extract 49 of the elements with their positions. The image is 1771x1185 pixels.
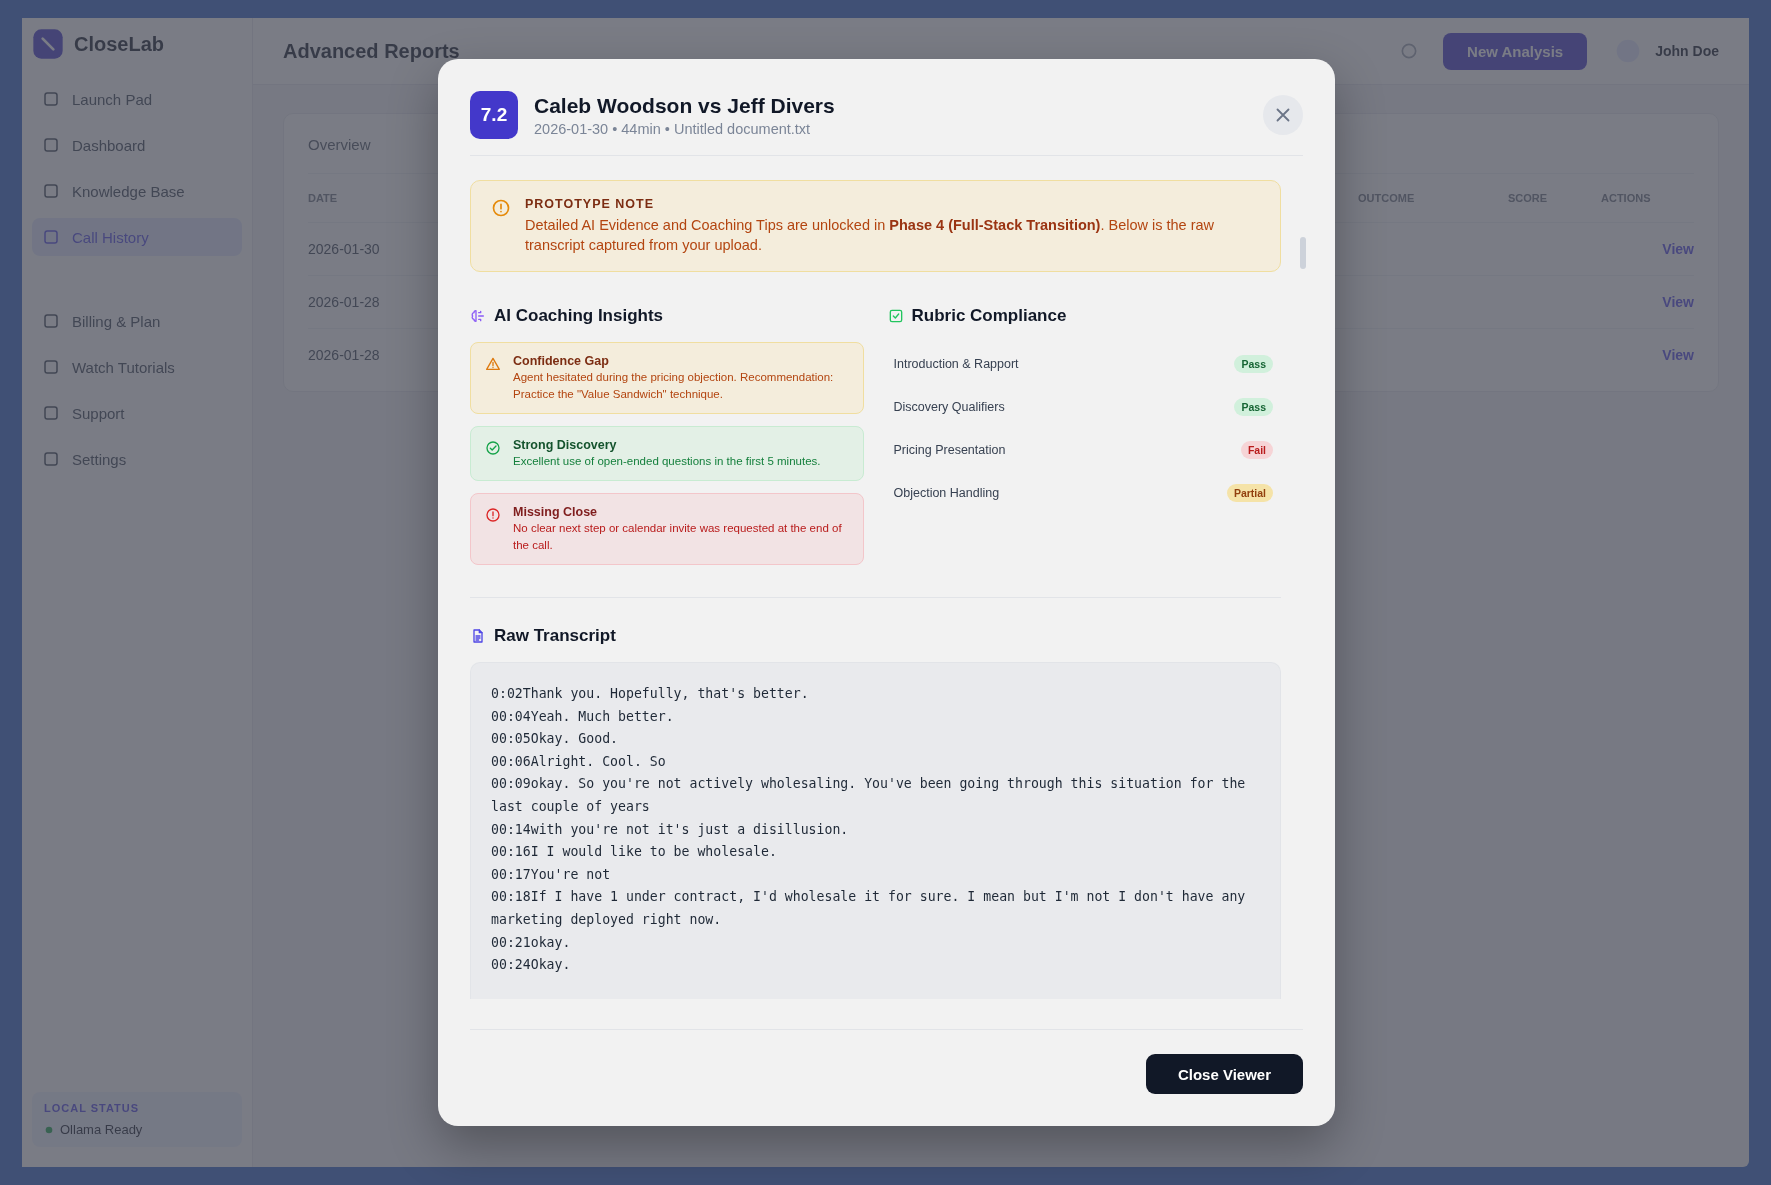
insight-text: Agent hesitated during the pricing objection. Recommendation: Practice the "Value Sandwich" technique. <box>513 370 835 402</box>
section-heading: AI Coaching Insights <box>494 306 664 326</box>
insight-text: Excellent use of open-ended questions in the first 5 minutes. <box>513 454 821 469</box>
score-badge: 7.2 <box>470 91 518 139</box>
transcript-line: 00:14with you're not it's just a disillusion. <box>491 820 850 839</box>
transcript-line: 00:21okay. <box>491 933 572 952</box>
insight-title: Strong Discovery <box>513 438 618 452</box>
result-badge: Pass <box>1234 354 1273 373</box>
dialog-title: Caleb Woodson vs Jeff Divers <box>534 93 836 118</box>
note-heading: PROTOTYPE NOTE <box>525 197 656 211</box>
rubric-label: Pricing Presentation <box>893 442 1006 457</box>
page-title: Advanced Reports <box>283 39 460 63</box>
transcript-line: 00:18If I have 1 under contract, I'd wholesale it for sure. I mean but I'm not I don't have any marketing deployed right now. <box>491 888 1247 929</box>
dialog-subtitle: 2026-01-30 • 44min • Untitled document.txt <box>534 120 812 137</box>
check-circle-icon <box>485 440 501 456</box>
table-cell: 2026-01-28 <box>308 347 380 363</box>
transcript-line: 00:24Okay. <box>491 956 572 975</box>
note-text: Detailed AI Evidence and Coaching Tips are unlocked in Phase 4 (Full-Stack Transition). Below is the raw transcript captured from your upload. <box>525 216 1216 255</box>
rubric-label: Discovery Qualifiers <box>893 399 1005 414</box>
transcript-line: 00:06Alright. Cool. So <box>491 752 667 771</box>
user-name: John Doe <box>1655 43 1719 59</box>
rubric-label: Introduction & Rapport <box>893 356 1019 371</box>
status-text: Ollama Ready <box>60 1122 143 1137</box>
document-icon <box>470 628 486 644</box>
result-badge: Fail <box>1240 440 1273 459</box>
transcript-line: 00:17You're not <box>491 865 612 884</box>
app-logo-text: CloseLab <box>74 32 165 56</box>
insight-title: Missing Close <box>513 505 599 519</box>
transcript-line: 00:16I I would like to be wholesale. <box>491 843 778 862</box>
alert-icon <box>485 507 501 523</box>
rubric-label: Objection Handling <box>893 485 1000 500</box>
table-cell: 2026-01-28 <box>308 294 380 310</box>
alert-icon <box>491 198 511 218</box>
transcript-line: 00:05Okay. Good. <box>491 730 620 749</box>
warning-icon <box>485 356 501 372</box>
table-cell: 2026-01-30 <box>308 241 380 257</box>
section-heading: Rubric Compliance <box>911 306 1067 326</box>
check-square-icon <box>887 308 904 324</box>
section-heading: Raw Transcript <box>494 626 616 646</box>
close-button[interactable] <box>1263 95 1303 135</box>
transcript-line: 0:02Thank you. Hopefully, that's better. <box>491 685 810 703</box>
insight-title: Confidence Gap <box>513 354 610 368</box>
insight-text: No clear next step or calendar invite was requested at the end of the call. <box>513 521 843 553</box>
transcript-line: 00:04Yeah. Much better. <box>491 707 675 726</box>
result-badge: Partial <box>1226 483 1273 502</box>
transcript-line: 00:09okay. So you're not actively wholesaling. You've been going through this situation for the last couple of years <box>491 775 1247 816</box>
close-viewer-button[interactable]: Close Viewer <box>1145 1054 1303 1094</box>
scrollbar-thumb <box>1300 237 1306 269</box>
result-badge: Pass <box>1234 397 1273 416</box>
